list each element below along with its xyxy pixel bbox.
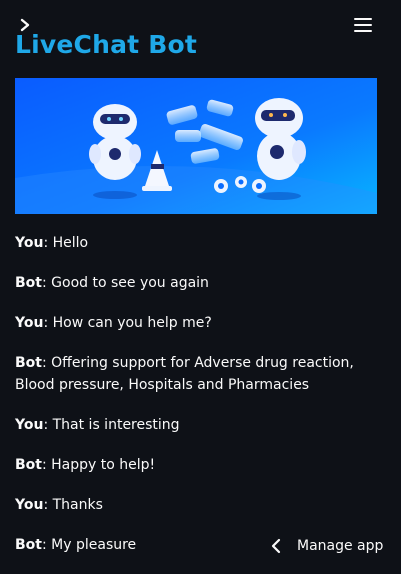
chat-message: Bot: Happy to help! [15, 457, 156, 473]
chat-message: You: How can you help me? [15, 315, 212, 331]
chat-message: You: Hello [15, 235, 89, 251]
manage-app-button[interactable]: Manage app [268, 534, 383, 558]
chat-message: Bot: Good to see you again [15, 275, 209, 291]
message-text: Happy to help! [51, 457, 156, 473]
message-speaker: Bot [15, 537, 42, 553]
page-title: LiveChat Bot [15, 30, 198, 59]
menu-line [354, 24, 372, 26]
chatbot-banner-image [15, 78, 377, 214]
menu-line [354, 18, 372, 20]
chevron-right-icon[interactable] [18, 17, 32, 32]
message-speaker: You [15, 497, 44, 513]
chat-history: You: Hello Bot: Good to see you again You:… [15, 232, 375, 574]
message-text: That is interesting [52, 417, 180, 433]
menu-line [354, 30, 372, 32]
message-speaker: You [15, 235, 44, 251]
chevron-left-icon [268, 537, 286, 555]
message-text: Offering support for Adverse drug reacti… [15, 355, 354, 393]
chat-message: You: Thanks [15, 497, 103, 513]
manage-app-label: Manage app [297, 538, 384, 554]
message-speaker: Bot [15, 275, 42, 291]
message-text: Thanks [52, 497, 103, 513]
message-text: My pleasure [51, 537, 137, 553]
chat-message: You: That is interesting [15, 417, 180, 433]
message-speaker: Bot [15, 355, 42, 371]
message-text: How can you help me? [52, 315, 212, 331]
message-speaker: You [15, 417, 44, 433]
hamburger-menu-icon[interactable] [354, 18, 372, 34]
chat-message: Bot: Offering support for Adverse drug r… [15, 355, 354, 393]
message-speaker: You [15, 315, 44, 331]
message-text: Hello [52, 235, 89, 251]
message-speaker: Bot [15, 457, 42, 473]
message-text: Good to see you again [51, 275, 209, 291]
